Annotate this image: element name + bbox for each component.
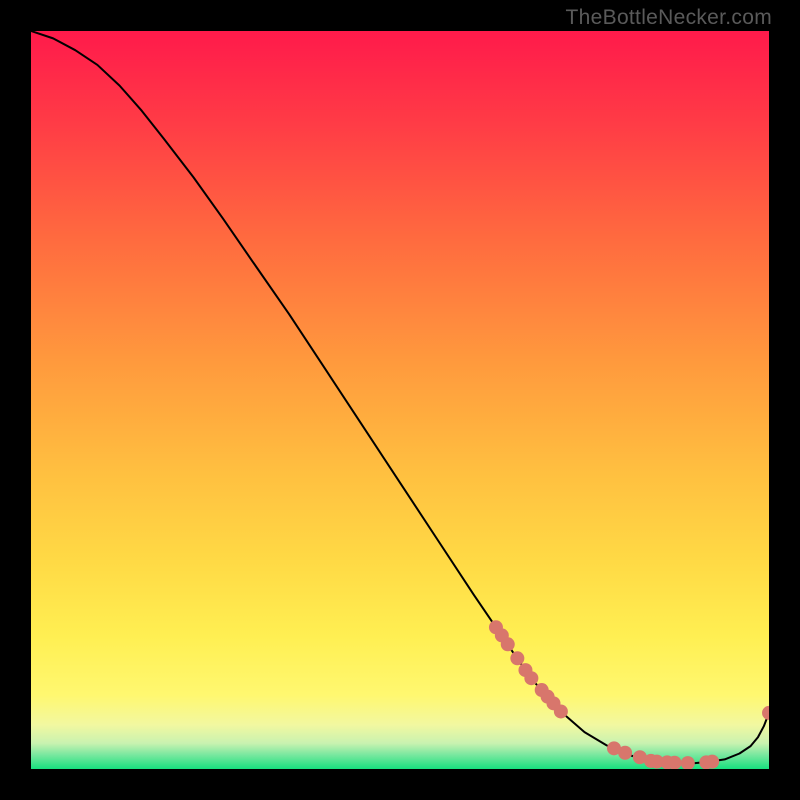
marker-dot	[510, 651, 524, 665]
marker-dot	[524, 671, 538, 685]
watermark-text: TheBottleNecker.com	[566, 6, 772, 30]
chart-svg	[31, 31, 769, 769]
chart-background	[31, 31, 769, 769]
marker-dot	[618, 746, 632, 760]
chart-stage: TheBottleNecker.com	[0, 0, 800, 800]
marker-dot	[554, 704, 568, 718]
marker-dot	[501, 637, 515, 651]
plot-area	[31, 31, 769, 769]
marker-dot	[705, 755, 719, 769]
